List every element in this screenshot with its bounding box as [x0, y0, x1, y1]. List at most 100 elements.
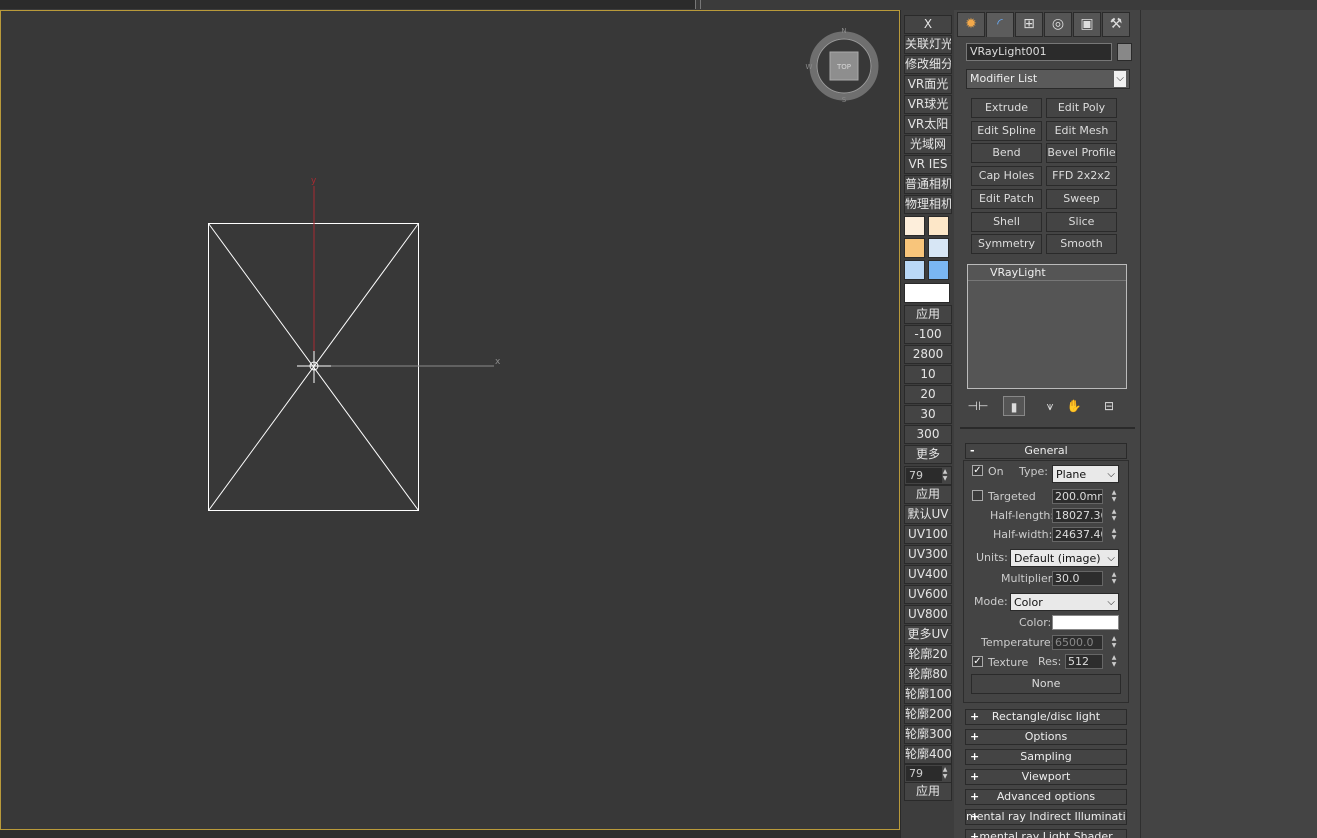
number-spinner[interactable]: 79 ▲ ▼: [904, 466, 952, 485]
number-spinner-value[interactable]: 79: [906, 468, 942, 483]
color-swatch[interactable]: [904, 238, 925, 258]
create-tab-icon[interactable]: ✹: [957, 12, 985, 37]
outline-button[interactable]: 轮廓20: [904, 645, 952, 664]
spinner-arrows-icon[interactable]: ▲ ▼: [1110, 527, 1118, 542]
apply-button[interactable]: 应用: [904, 485, 952, 504]
viewcube[interactable]: TOP N W S: [806, 27, 879, 104]
close-button[interactable]: X: [904, 15, 952, 34]
color-swatch[interactable]: [904, 260, 925, 280]
modifier-button[interactable]: Bend: [971, 143, 1042, 163]
standard-camera-button[interactable]: 普通相机: [904, 175, 952, 194]
motion-tab-icon[interactable]: ◎: [1044, 12, 1072, 37]
modifier-button[interactable]: Symmetry: [971, 234, 1042, 254]
outline-button[interactable]: 轮廓100: [904, 685, 952, 704]
modifier-button[interactable]: Edit Patch: [971, 189, 1042, 209]
hierarchy-tab-icon[interactable]: ⊞: [1015, 12, 1043, 37]
color-swatch[interactable]: [928, 216, 949, 236]
advanced-options-rollout-header[interactable]: + Advanced options: [965, 789, 1127, 805]
modifier-stack[interactable]: VRayLight: [967, 264, 1127, 389]
viewport-rollout-header[interactable]: + Viewport: [965, 769, 1127, 785]
modifier-list-dropdown[interactable]: Modifier List ⌵: [966, 69, 1130, 89]
modifier-button[interactable]: Slice: [1046, 212, 1117, 232]
spinner-arrows-icon[interactable]: ▲ ▼: [1110, 571, 1118, 586]
value-button[interactable]: 2800: [904, 345, 952, 364]
apply-button[interactable]: 应用: [904, 782, 952, 801]
display-tab-icon[interactable]: ▣: [1073, 12, 1101, 37]
apply-button[interactable]: 应用: [904, 305, 952, 324]
modifier-button[interactable]: Bevel Profile: [1046, 143, 1117, 163]
color-swatch[interactable]: [928, 238, 949, 258]
rectangle-disc-rollout-header[interactable]: + Rectangle/disc light: [965, 709, 1127, 725]
targeted-distance-field[interactable]: 200.0mm: [1052, 489, 1103, 504]
multiplier-field[interactable]: 30.0: [1052, 571, 1103, 586]
modify-subdivs-button[interactable]: 修改细分: [904, 55, 952, 74]
more-button[interactable]: 更多: [904, 445, 952, 464]
physical-camera-button[interactable]: 物理相机: [904, 195, 952, 214]
spinner-arrows-icon[interactable]: ▲ ▼: [941, 468, 949, 483]
link-lights-button[interactable]: 关联灯光: [904, 35, 952, 54]
remove-modifier-icon[interactable]: ✋: [1063, 396, 1085, 416]
number-spinner-value[interactable]: 79: [906, 766, 942, 781]
general-rollout-header[interactable]: - General: [965, 443, 1127, 459]
modifier-button[interactable]: Shell: [971, 212, 1042, 232]
sampling-rollout-header[interactable]: + Sampling: [965, 749, 1127, 765]
uv-button[interactable]: UV400: [904, 565, 952, 584]
modifier-button[interactable]: FFD 2x2x2: [1046, 166, 1117, 186]
color-swatch-white[interactable]: [904, 283, 950, 303]
options-rollout-header[interactable]: + Options: [965, 729, 1127, 745]
number-spinner[interactable]: 79 ▲ ▼: [904, 764, 952, 783]
modifier-button[interactable]: Edit Spline: [971, 121, 1042, 141]
spinner-arrows-icon[interactable]: ▲ ▼: [1110, 489, 1118, 504]
photometric-web-button[interactable]: 光域网: [904, 135, 952, 154]
modifier-button[interactable]: Smooth: [1046, 234, 1117, 254]
value-button[interactable]: 300: [904, 425, 952, 444]
stack-item[interactable]: VRayLight: [968, 265, 1126, 281]
light-color-swatch[interactable]: [1052, 615, 1119, 630]
spinner-arrows-icon[interactable]: ▲ ▼: [941, 766, 949, 781]
make-unique-icon[interactable]: ⩛: [1039, 396, 1061, 416]
on-checkbox[interactable]: ✓: [972, 465, 983, 476]
spinner-arrows-icon[interactable]: ▲ ▼: [1110, 654, 1118, 669]
value-button[interactable]: 20: [904, 385, 952, 404]
pin-stack-icon[interactable]: ⊣⊢: [967, 396, 989, 416]
mental-ray-light-shader-rollout-header[interactable]: + mental ray Light Shader: [965, 829, 1127, 838]
uv-button[interactable]: UV300: [904, 545, 952, 564]
mode-dropdown[interactable]: Color ⌵: [1010, 593, 1119, 611]
uv-button[interactable]: UV600: [904, 585, 952, 604]
viewport-top[interactable]: y x TOP N W S: [0, 10, 900, 830]
object-color-swatch[interactable]: [1117, 43, 1132, 61]
value-button[interactable]: 30: [904, 405, 952, 424]
vr-ies-button[interactable]: VR IES: [904, 155, 952, 174]
vr-sun-button[interactable]: VR太阳: [904, 115, 952, 134]
half-width-field[interactable]: 24637.40: [1052, 527, 1103, 542]
spinner-arrows-icon[interactable]: ▲ ▼: [1110, 635, 1118, 650]
targeted-checkbox[interactable]: [972, 490, 983, 501]
uv-button[interactable]: UV800: [904, 605, 952, 624]
modifier-button[interactable]: Cap Holes: [971, 166, 1042, 186]
object-name-field[interactable]: VRayLight001: [966, 43, 1112, 61]
spinner-arrows-icon[interactable]: ▲ ▼: [1110, 508, 1118, 523]
uv-button[interactable]: 默认UV: [904, 505, 952, 524]
color-swatch[interactable]: [928, 260, 949, 280]
res-field[interactable]: 512: [1065, 654, 1103, 669]
vr-plane-light-button[interactable]: VR面光: [904, 75, 952, 94]
transform-gizmo[interactable]: y x: [297, 176, 501, 383]
modifier-button[interactable]: Edit Poly: [1046, 98, 1117, 118]
value-button[interactable]: 10: [904, 365, 952, 384]
uv-button[interactable]: UV100: [904, 525, 952, 544]
units-dropdown[interactable]: Default (image) ⌵: [1010, 549, 1119, 567]
outline-button[interactable]: 轮廓200: [904, 705, 952, 724]
type-dropdown[interactable]: Plane ⌵: [1052, 465, 1119, 483]
texture-map-button[interactable]: None: [971, 674, 1121, 694]
outline-button[interactable]: 轮廓400: [904, 745, 952, 764]
temperature-field[interactable]: 6500.0: [1052, 635, 1103, 650]
outline-button[interactable]: 轮廓300: [904, 725, 952, 744]
modifier-button[interactable]: Edit Mesh: [1046, 121, 1117, 141]
modify-tab-icon[interactable]: ◜: [986, 12, 1014, 37]
configure-modifier-sets-icon[interactable]: ⊟: [1098, 396, 1120, 416]
utilities-tab-icon[interactable]: ⚒: [1102, 12, 1130, 37]
value-button[interactable]: -100: [904, 325, 952, 344]
half-length-field[interactable]: 18027.36: [1052, 508, 1103, 523]
modifier-button[interactable]: Sweep: [1046, 189, 1117, 209]
vr-sphere-light-button[interactable]: VR球光: [904, 95, 952, 114]
